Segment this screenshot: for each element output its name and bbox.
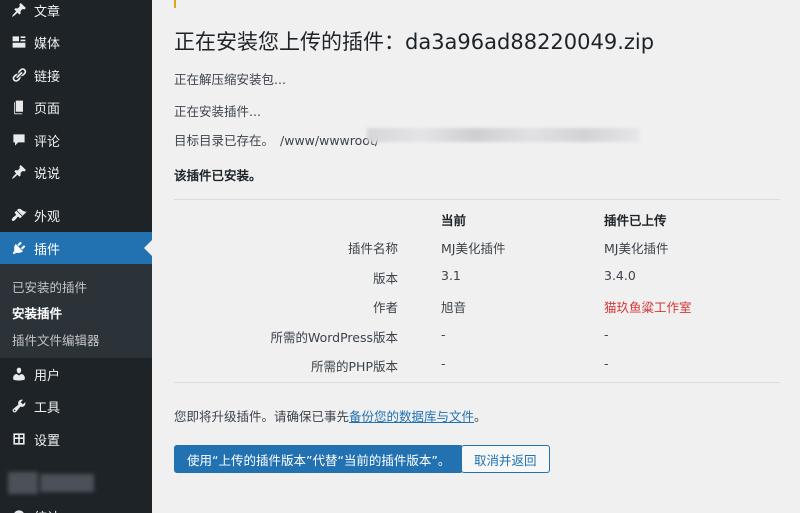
cell-current-php: -	[441, 356, 446, 371]
cell-current-name: MJ美化插件	[441, 241, 506, 256]
row-label-wp-version: 所需的WordPress版本	[270, 330, 398, 345]
stats-icon	[8, 508, 30, 513]
active-arrow	[144, 240, 152, 256]
cell-current-wp: -	[441, 327, 446, 342]
wrench-icon	[8, 398, 30, 414]
sidebar-item-appearance[interactable]: 外观	[0, 199, 152, 231]
sidebar-item-stats[interactable]: 统计	[0, 500, 152, 513]
row-label-version: 版本	[372, 271, 398, 286]
notice-end: 。	[474, 409, 487, 424]
cancel-return-button[interactable]: 取消并返回	[461, 445, 550, 473]
sidebar-item-users[interactable]: 用户	[0, 358, 152, 390]
pin-icon	[8, 2, 30, 18]
sidebar-item-label: 外观	[34, 209, 61, 225]
sidebar-item-links[interactable]: 链接	[0, 59, 152, 91]
table-top-divider	[174, 199, 780, 200]
main-content: 正在安装您上传的插件：da3a96ad88220049.zip 正在解压缩安装包…	[152, 0, 800, 513]
redacted-label	[40, 474, 94, 492]
settings-icon	[8, 431, 30, 447]
col-header-current: 当前	[441, 213, 467, 228]
sidebar-item-shuoshuo[interactable]: 说说	[0, 156, 152, 188]
sidebar-item-comments[interactable]: 评论	[0, 124, 152, 156]
upgrade-notice: 您即将升级插件。请确保已事先备份您的数据库与文件。	[174, 406, 487, 425]
cell-current-version: 3.1	[441, 268, 461, 283]
sidebar-item-label: 用户	[34, 368, 61, 384]
redacted-icon	[8, 472, 38, 494]
submenu-add-plugin[interactable]: 安装插件	[12, 303, 62, 322]
sidebar-item-label: 说说	[34, 166, 61, 182]
dir-exists-text: 目标目录已存在。	[174, 133, 275, 148]
cell-uploaded-version: 3.4.0	[604, 268, 636, 283]
msg-unpacking: 正在解压缩安装包...	[174, 72, 286, 87]
cell-uploaded-author: 猫玖鱼粱工作室	[604, 300, 692, 315]
notice-text: 您即将升级插件。请确保已事先	[174, 409, 350, 424]
sidebar-item-label: 统计	[34, 507, 60, 513]
plugins-submenu: 已安装的插件 安装插件 插件文件编辑器	[0, 264, 152, 358]
sidebar-item-label: 页面	[34, 101, 61, 117]
media-icon	[8, 34, 30, 50]
sidebar-item-pages[interactable]: 页面	[0, 91, 152, 123]
row-label-author: 作者	[372, 300, 398, 315]
sidebar-item-label: 文章	[34, 4, 61, 20]
sidebar-item-label: 插件	[34, 242, 61, 258]
sidebar-item-tools[interactable]: 工具	[0, 390, 152, 422]
sidebar-item-settings[interactable]: 设置	[0, 423, 152, 455]
cell-uploaded-wp: -	[604, 327, 609, 342]
backup-link[interactable]: 备份您的数据库与文件	[349, 409, 474, 424]
sidebar-item-posts[interactable]: 文章	[0, 0, 152, 26]
sidebar-item-media[interactable]: 媒体	[0, 26, 152, 58]
msg-installing: 正在安装插件...	[174, 104, 261, 119]
row-label-name: 插件名称	[347, 241, 398, 256]
row-label-php-version: 所需的PHP版本	[311, 359, 398, 374]
msg-already-installed: 该插件已安装。	[174, 168, 262, 183]
page-icon	[8, 99, 30, 115]
sidebar-item-label: 评论	[34, 134, 61, 150]
page-title: 正在安装您上传的插件：da3a96ad88220049.zip	[174, 30, 655, 54]
msg-dir-exists: 目标目录已存在。 /www/wwwroot/	[174, 130, 379, 149]
redacted-path	[367, 128, 639, 142]
submenu-plugin-editor[interactable]: 插件文件编辑器	[12, 330, 100, 349]
cell-uploaded-php: -	[604, 356, 609, 371]
brush-icon	[8, 207, 30, 223]
plugin-icon	[8, 240, 30, 256]
user-icon	[8, 366, 30, 382]
sidebar-item-label: 工具	[34, 400, 61, 416]
sidebar-item-plugins[interactable]: 插件	[0, 232, 152, 264]
pin-icon	[8, 164, 30, 180]
table-bottom-divider	[174, 382, 780, 383]
dir-path: /www/wwwroot/	[280, 133, 380, 148]
link-icon	[8, 67, 30, 83]
cell-current-author: 旭音	[441, 300, 467, 315]
notice-edge	[174, 0, 176, 8]
cell-uploaded-name: MJ美化插件	[604, 241, 669, 256]
sidebar-item-label: 媒体	[34, 36, 61, 52]
col-header-uploaded: 插件已上传	[604, 213, 667, 228]
sidebar-item-label: 设置	[34, 433, 61, 449]
submenu-installed-plugins[interactable]: 已安装的插件	[12, 277, 87, 296]
admin-sidebar: 文章 媒体 链接 页面 评论 说说 外观 插件 已安装的插件 安装插件 插件文件…	[0, 0, 152, 513]
comment-icon	[8, 132, 30, 148]
replace-current-button[interactable]: 使用“上传的插件版本”代替“当前的插件版本”。	[174, 445, 464, 473]
sidebar-item-label: 链接	[34, 69, 61, 85]
